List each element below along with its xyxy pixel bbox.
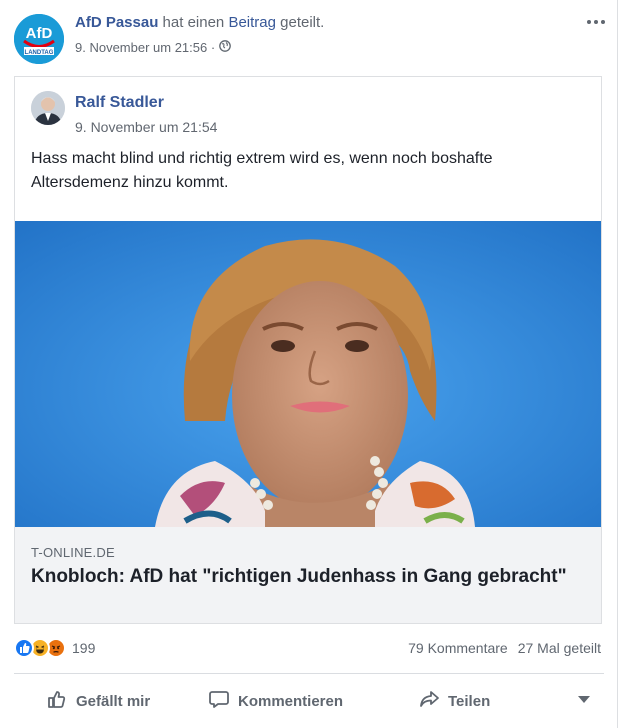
like-button[interactable]: Gefällt mir: [46, 688, 150, 714]
more-options-icon[interactable]: [584, 14, 608, 30]
post-timestamp-row: 9. November um 21:56 ·: [75, 40, 232, 55]
avatar-logo-text: AfD: [26, 25, 53, 42]
page-avatar[interactable]: AfD LANDTAG: [14, 14, 64, 64]
share-button[interactable]: Teilen: [418, 688, 490, 714]
shared-post: Ralf Stadler 9. November um 21:54 Hass m…: [14, 76, 602, 624]
globe-icon: [219, 40, 232, 55]
action-bar: Gefällt mir Kommentieren Teilen: [14, 680, 604, 720]
post-card: AfD LANDTAG AfD Passau hat einen Beitrag…: [0, 0, 618, 728]
comment-icon: [208, 688, 230, 714]
post-timestamp[interactable]: 9. November um 21:56 ·: [75, 40, 215, 55]
share-icon: [418, 688, 440, 714]
link-preview-caption[interactable]: T-ONLINE.DE Knobloch: AfD hat "richtigen…: [15, 527, 601, 623]
like-reaction-icon: [14, 638, 34, 658]
action-text: hat einen: [162, 14, 225, 31]
engagement-counts: 79 Kommentare 27 Mal geteilt: [408, 640, 601, 656]
chevron-down-icon[interactable]: [578, 696, 590, 703]
post-link[interactable]: Beitrag: [228, 14, 276, 31]
post-text: Hass macht blind und richtig extrem wird…: [31, 150, 493, 191]
author-avatar[interactable]: [31, 91, 65, 125]
divider: [14, 673, 604, 674]
shares-count-link[interactable]: 27 Mal geteilt: [518, 640, 601, 656]
link-title[interactable]: Knobloch: AfD hat "richtigen Judenhass i…: [31, 565, 571, 589]
author-name-link[interactable]: Ralf Stadler: [75, 94, 164, 112]
like-label: Gefällt mir: [76, 692, 151, 710]
reactions-summary[interactable]: 199: [14, 638, 95, 658]
comments-count-link[interactable]: 79 Kommentare: [408, 640, 508, 656]
reaction-count: 199: [72, 640, 96, 656]
share-label: Teilen: [448, 692, 491, 710]
action-suffix: geteilt.: [280, 14, 325, 31]
comment-button[interactable]: Kommentieren: [208, 688, 343, 714]
link-preview-image[interactable]: [15, 221, 601, 527]
shared-timestamp[interactable]: 9. November um 21:54: [75, 119, 217, 135]
page-name-link[interactable]: AfD Passau: [75, 14, 158, 31]
thumbs-up-icon: [46, 688, 68, 714]
post-header: AfD Passau hat einen Beitrag geteilt.: [75, 14, 324, 31]
avatar-sub-text: LANDTAG: [25, 50, 54, 56]
comment-label: Kommentieren: [238, 692, 344, 710]
link-domain: T-ONLINE.DE: [31, 545, 115, 560]
